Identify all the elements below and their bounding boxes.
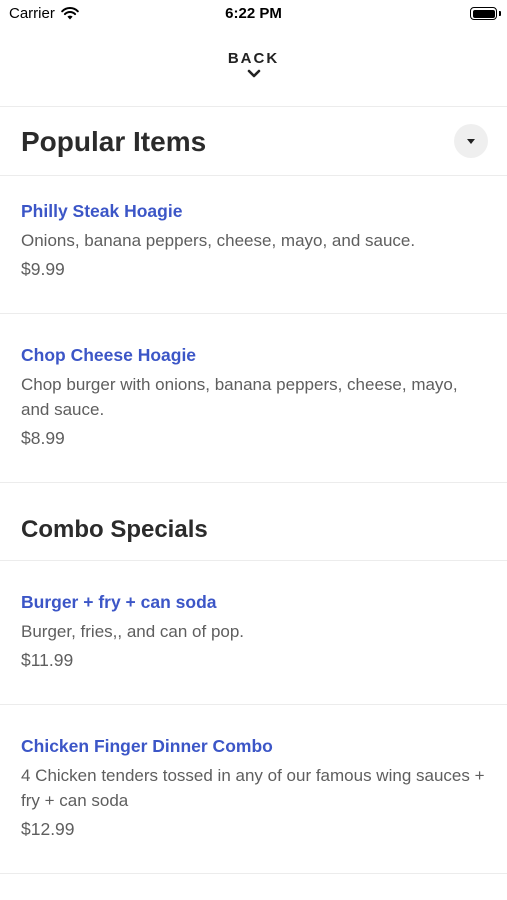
item-description: Onions, banana peppers, cheese, mayo, an… [21,231,416,250]
battery-icon [470,7,497,20]
section-toggle-button[interactable] [454,124,488,158]
section-title-combo: Combo Specials [21,516,208,543]
item-price: $9.99 [21,259,65,279]
divider [0,704,507,705]
item-name[interactable]: Burger + fry + can soda [21,592,486,613]
divider [0,313,507,314]
battery-level [472,9,495,18]
menu-item[interactable]: Philly Steak Hoagie Onions, banana peppe… [21,201,486,280]
menu-item[interactable]: Chicken Finger Dinner Combo 4 Chicken te… [21,736,486,840]
status-time: 6:22 PM [225,5,282,22]
back-label: BACK [227,50,280,67]
divider [0,560,507,561]
item-description: Chop burger with onions, banana peppers,… [21,375,458,419]
item-name[interactable]: Philly Steak Hoagie [21,201,486,222]
item-description: 4 Chicken tenders tossed in any of our f… [21,766,485,810]
menu-item[interactable]: Chop Cheese Hoagie Chop burger with onio… [21,345,486,449]
divider [0,482,507,483]
item-price: $11.99 [21,650,74,670]
divider [0,873,507,874]
item-price: $8.99 [21,428,65,448]
divider [0,175,507,176]
battery-tip [499,11,501,16]
back-button[interactable]: BACK [0,50,507,79]
chevron-down-icon [247,69,260,78]
item-price: $12.99 [21,819,75,839]
menu-item[interactable]: Burger + fry + can soda Burger, fries,, … [21,592,486,671]
divider [0,106,507,107]
caret-down-icon [467,138,475,144]
status-bar: Carrier 6:22 PM [0,0,507,30]
section-title-popular: Popular Items [21,126,207,157]
item-name[interactable]: Chicken Finger Dinner Combo [21,736,486,757]
item-description: Burger, fries,, and can of pop. [21,622,245,641]
item-name[interactable]: Chop Cheese Hoagie [21,345,486,366]
